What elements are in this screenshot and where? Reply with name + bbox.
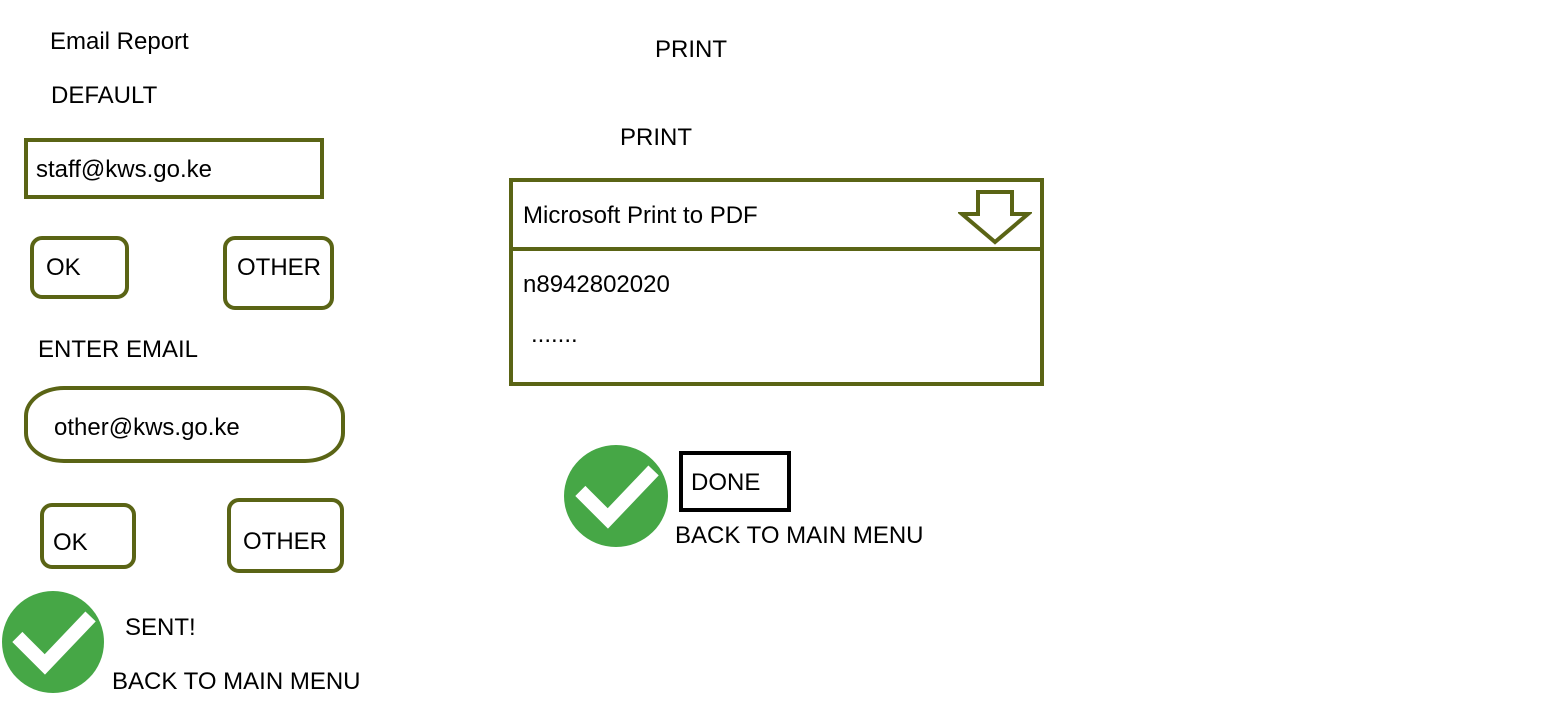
other-button-2-label: OTHER [243, 528, 327, 555]
other-email-value: other@kws.go.ke [54, 414, 240, 441]
enter-email-label: ENTER EMAIL [38, 336, 199, 363]
print-label: PRINT [620, 124, 692, 151]
other-button-label: OTHER [237, 254, 321, 281]
check-icon [564, 445, 668, 547]
printer-select[interactable]: Microsoft Print to PDF [509, 178, 1044, 251]
printer-select-value: Microsoft Print to PDF [523, 202, 758, 229]
ok-button[interactable]: OK [30, 236, 129, 299]
back-to-main-menu-link[interactable]: BACK TO MAIN MENU [112, 668, 360, 696]
ok-button-label: OK [46, 254, 81, 281]
printer-option[interactable]: n8942802020 [523, 271, 670, 299]
default-email-value: staff@kws.go.ke [36, 156, 212, 183]
down-arrow-icon[interactable] [958, 188, 1032, 246]
other-button[interactable]: OTHER [223, 236, 334, 310]
other-email-field[interactable]: other@kws.go.ke [24, 386, 345, 463]
printer-dropdown-list: n8942802020 ....... [509, 247, 1044, 386]
ok-button-2-label: OK [53, 529, 88, 556]
ok-button-2[interactable]: OK [40, 503, 136, 569]
check-icon [2, 591, 104, 693]
printer-option-more[interactable]: ....... [531, 321, 578, 349]
done-button[interactable]: DONE [679, 451, 791, 512]
email-report-title: Email Report [50, 28, 189, 55]
default-email-field[interactable]: staff@kws.go.ke [24, 138, 324, 199]
done-button-label: DONE [691, 469, 761, 496]
other-button-2[interactable]: OTHER [227, 498, 344, 573]
print-title: PRINT [655, 36, 727, 63]
default-label: DEFAULT [51, 82, 158, 109]
back-to-main-menu-link-print[interactable]: BACK TO MAIN MENU [675, 522, 923, 550]
sent-label: SENT! [125, 614, 196, 641]
